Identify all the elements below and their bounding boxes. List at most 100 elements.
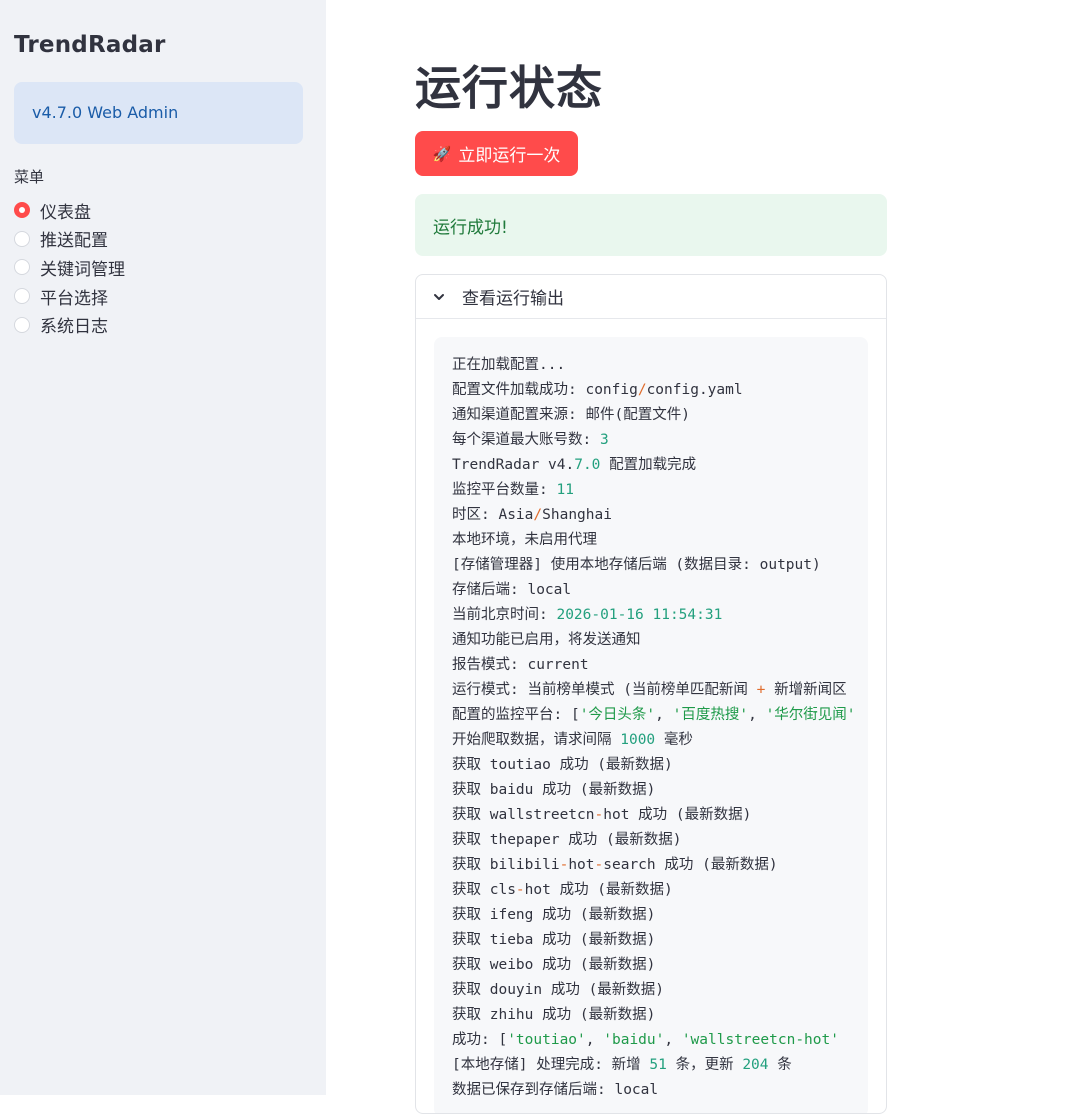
- output-line: 获取 zhihu 成功 (最新数据): [452, 1003, 856, 1028]
- output-token: 配置的监控平台: [: [452, 707, 580, 723]
- output-token: 每个渠道最大账号数:: [452, 432, 600, 448]
- output-token: 3: [599, 432, 609, 448]
- expander-header[interactable]: 查看运行输出: [416, 275, 886, 319]
- output-token: 获取 bilibili: [452, 857, 560, 873]
- radio-unselected-icon[interactable]: [14, 230, 30, 247]
- output-line: 运行模式: 当前榜单模式 (当前榜单匹配新闻 + 新增新闻区: [452, 678, 856, 703]
- output-line: 报告模式: current: [452, 653, 856, 678]
- output-token: 正在加载配置...: [452, 357, 566, 373]
- output-token: -: [559, 857, 569, 873]
- output-token: 7.0: [574, 457, 601, 473]
- output-token: 'baidu': [603, 1032, 665, 1048]
- output-line: [本地存储] 处理完成: 新增 51 条，更新 204 条: [452, 1053, 856, 1078]
- output-line: 获取 wallstreetcn-hot 成功 (最新数据): [452, 803, 856, 828]
- output-token: -: [594, 857, 604, 873]
- run-once-button-label: 立即运行一次: [458, 146, 561, 166]
- output-token: 配置文件加载成功: config: [452, 382, 638, 398]
- output-token: 获取 ifeng 成功 (最新数据): [452, 907, 656, 923]
- output-line: 获取 cls-hot 成功 (最新数据): [452, 878, 856, 903]
- output-token: '今日头条': [579, 707, 656, 723]
- menu-radio-label: 仪表盘: [40, 202, 91, 223]
- output-token: 监控平台数量:: [452, 482, 557, 498]
- rocket-icon: 🚀: [432, 144, 452, 163]
- output-line: 成功: ['toutiao', 'baidu', 'wallstreetcn-h…: [452, 1028, 856, 1053]
- output-line: 获取 thepaper 成功 (最新数据): [452, 828, 856, 853]
- menu-radio-item[interactable]: 平台选择: [14, 282, 125, 311]
- output-line: 当前北京时间: 2026-01-16 11:54:31: [452, 603, 856, 628]
- output-token: /: [533, 507, 543, 523]
- menu-radio-item[interactable]: 仪表盘: [14, 196, 125, 225]
- output-token: 获取 douyin 成功 (最新数据): [452, 982, 665, 998]
- output-line: 获取 tieba 成功 (最新数据): [452, 928, 856, 953]
- output-token: 通知功能已启用，将发送通知: [452, 632, 641, 648]
- output-token: 获取 tieba 成功 (最新数据): [452, 932, 656, 948]
- output-token: hot 成功 (最新数据): [524, 882, 673, 898]
- output-token: [本地存储] 处理完成: 新增: [452, 1057, 650, 1073]
- output-token: hot 成功 (最新数据): [603, 807, 752, 823]
- output-token: 成功: [: [452, 1032, 508, 1048]
- output-token: 'toutiao': [507, 1032, 586, 1048]
- output-token: ,: [585, 1032, 604, 1048]
- output-token: search 成功 (最新数据): [603, 857, 778, 873]
- output-token: TrendRadar v4.: [452, 457, 575, 473]
- output-token: 毫秒: [655, 732, 693, 748]
- menu-radio-item[interactable]: 系统日志: [14, 310, 125, 339]
- output-line: 时区: Asia/Shanghai: [452, 503, 856, 528]
- output-line: 正在加载配置...: [452, 353, 856, 378]
- run-once-button[interactable]: 🚀 立即运行一次: [415, 131, 578, 176]
- radio-unselected-icon[interactable]: [14, 259, 30, 276]
- radio-unselected-icon[interactable]: [14, 316, 30, 333]
- output-token: 51: [649, 1057, 667, 1073]
- radio-selected-icon[interactable]: [14, 202, 30, 219]
- output-token: 'wallstreetcn-hot': [681, 1032, 839, 1048]
- output-token: 204: [742, 1057, 769, 1073]
- expander-title: 查看运行输出: [462, 289, 564, 309]
- output-token: 新增新闻区: [765, 682, 847, 698]
- output-line: [存储管理器] 使用本地存储后端 (数据目录: output): [452, 553, 856, 578]
- output-token: '华尔街见闻': [765, 707, 856, 723]
- output-line: 获取 bilibili-hot-search 成功 (最新数据): [452, 853, 856, 878]
- output-token: 数据已保存到存储后端: local: [452, 1082, 659, 1098]
- output-token: 时区: Asia: [452, 507, 534, 523]
- output-line: 配置的监控平台: ['今日头条', '百度热搜', '华尔街见闻': [452, 703, 856, 728]
- success-alert: 运行成功!: [415, 194, 887, 256]
- output-line: 获取 douyin 成功 (最新数据): [452, 978, 856, 1003]
- output-token: 获取 toutiao 成功 (最新数据): [452, 757, 673, 773]
- output-line: 本地环境，未启用代理: [452, 528, 856, 553]
- app-brand-title: TrendRadar: [14, 32, 166, 58]
- output-token: 报告模式: current: [452, 657, 589, 673]
- output-token: -: [594, 807, 604, 823]
- output-code-block: 正在加载配置... 配置文件加载成功: config/config.yaml 通知渠…: [434, 337, 868, 1113]
- menu-radio-label: 关键词管理: [40, 259, 125, 280]
- output-token: [存储管理器] 使用本地存储后端 (数据目录: output): [452, 557, 821, 573]
- output-line: 获取 toutiao 成功 (最新数据): [452, 753, 856, 778]
- output-line: 通知功能已启用，将发送通知: [452, 628, 856, 653]
- output-token: config.yaml: [646, 382, 743, 398]
- radio-unselected-icon[interactable]: [14, 288, 30, 305]
- output-token: 11: [556, 482, 574, 498]
- chevron-down-icon: [434, 293, 444, 300]
- output-line: 配置文件加载成功: config/config.yaml: [452, 378, 856, 403]
- menu-label: 菜单: [14, 168, 45, 186]
- output-token: 获取 thepaper 成功 (最新数据): [452, 832, 682, 848]
- output-token: -: [515, 882, 525, 898]
- output-line: 获取 ifeng 成功 (最新数据): [452, 903, 856, 928]
- output-token: 获取 baidu 成功 (最新数据): [452, 782, 656, 798]
- output-line: 监控平台数量: 11: [452, 478, 856, 503]
- output-token: hot: [568, 857, 595, 873]
- version-info-box: v4.7.0 Web Admin: [14, 82, 303, 144]
- output-token: '百度热搜': [672, 707, 749, 723]
- menu-radio-label: 平台选择: [40, 288, 108, 309]
- menu-radio-label: 系统日志: [40, 317, 108, 338]
- output-token: 本地环境，未启用代理: [452, 532, 597, 548]
- version-text: v4.7.0 Web Admin: [32, 103, 179, 122]
- menu-radio-item[interactable]: 关键词管理: [14, 253, 125, 282]
- success-message: 运行成功!: [433, 218, 508, 238]
- menu-radio-item[interactable]: 推送配置: [14, 225, 125, 254]
- menu-radio-label: 推送配置: [40, 231, 108, 252]
- output-token: 获取 wallstreetcn: [452, 807, 595, 823]
- output-token: ,: [748, 707, 766, 723]
- output-token: 配置加载完成: [600, 457, 697, 473]
- menu-radio-group: 仪表盘推送配置关键词管理平台选择系统日志: [14, 196, 125, 339]
- output-token: ,: [655, 707, 673, 723]
